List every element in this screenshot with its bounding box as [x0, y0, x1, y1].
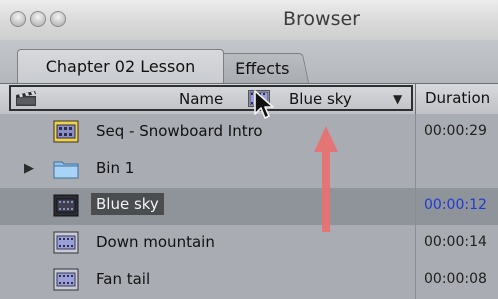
name-column-label: Name [179, 90, 224, 108]
annotation-arrow-icon [314, 126, 338, 232]
duration-value: 00:00:12 [424, 197, 487, 213]
clip-icon [53, 268, 79, 291]
list-item[interactable]: Fan tail 00:00:08 [0, 262, 498, 299]
mouse-pointer-icon [254, 90, 274, 119]
selected-clip-name: Blue sky [289, 90, 352, 108]
list-item-label: Bin 1 [96, 159, 135, 177]
browser-list: Seq - Snowboard Intro 00:00:29 ▶ Bin 1 B… [0, 114, 498, 299]
column-header: Name Blue sky ▼ Duration [0, 83, 498, 115]
list-item-label: Fan tail [96, 270, 151, 288]
duration-value: 00:00:08 [424, 271, 487, 287]
sequence-icon [53, 120, 79, 143]
chevron-down-icon[interactable]: ▼ [393, 92, 402, 106]
tab-chapter-02-lesson-label: Chapter 02 Lesson [45, 57, 196, 76]
column-divider[interactable] [415, 84, 416, 114]
clapperboard-icon [16, 91, 36, 106]
list-item-label: Down mountain [96, 233, 215, 251]
list-item[interactable]: Seq - Snowboard Intro 00:00:29 [0, 114, 498, 151]
title-bar: Browser [0, 0, 498, 41]
row-divider [415, 188, 416, 225]
folder-icon [53, 161, 79, 179]
disclosure-triangle-icon[interactable]: ▶ [24, 161, 34, 176]
duration-column-label[interactable]: Duration [425, 89, 490, 107]
list-item[interactable]: Down mountain 00:00:14 [0, 225, 498, 262]
duration-value: 00:00:29 [424, 123, 487, 139]
duration-value: 00:00:14 [424, 234, 487, 250]
list-item-label: Seq - Snowboard Intro [96, 122, 263, 140]
clip-icon [53, 194, 79, 217]
list-item-label: Blue sky [91, 193, 164, 215]
name-column-header[interactable]: Name Blue sky ▼ [9, 85, 413, 111]
row-divider [415, 262, 416, 299]
row-divider [415, 151, 416, 188]
tab-chapter-02-lesson[interactable]: Chapter 02 Lesson [17, 49, 224, 83]
tab-strip: Effects Chapter 02 Lesson [0, 40, 498, 83]
list-item[interactable]: Blue sky 00:00:12 [0, 188, 498, 225]
tab-effects[interactable]: Effects [214, 53, 310, 83]
row-divider [415, 225, 416, 262]
tab-effects-label: Effects [234, 59, 290, 78]
list-item[interactable]: ▶ Bin 1 [0, 151, 498, 188]
window-title: Browser [283, 8, 360, 30]
row-divider [415, 114, 416, 151]
clip-icon [53, 231, 79, 254]
